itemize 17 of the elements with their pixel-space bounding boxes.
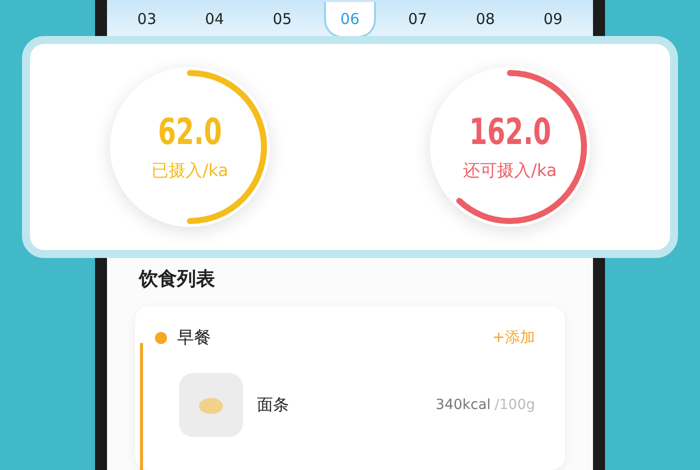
section-title: 饮食列表 [139, 267, 216, 292]
date-tab[interactable]: 04 [188, 2, 241, 38]
date-tab[interactable]: 08 [459, 2, 512, 38]
timeline-dot [155, 332, 167, 344]
food-portion: /100g [494, 397, 535, 413]
date-tab[interactable]: 09 [527, 2, 580, 38]
calorie-value: 162.0 [469, 112, 551, 153]
calorie-label: 已摄入/ka [152, 160, 228, 182]
date-tab[interactable]: 07 [392, 2, 444, 38]
date-tab[interactable]: 05 [256, 2, 308, 38]
calorie-value: 62.0 [158, 112, 222, 153]
date-tab[interactable]: 03 [120, 2, 173, 38]
food-calories: 340kcal [436, 397, 491, 413]
meal-name: 早餐 [177, 327, 211, 349]
calorie-label: 还可摄入/ka [463, 160, 557, 182]
food-icon [198, 395, 224, 415]
food-name: 面条 [257, 394, 290, 416]
